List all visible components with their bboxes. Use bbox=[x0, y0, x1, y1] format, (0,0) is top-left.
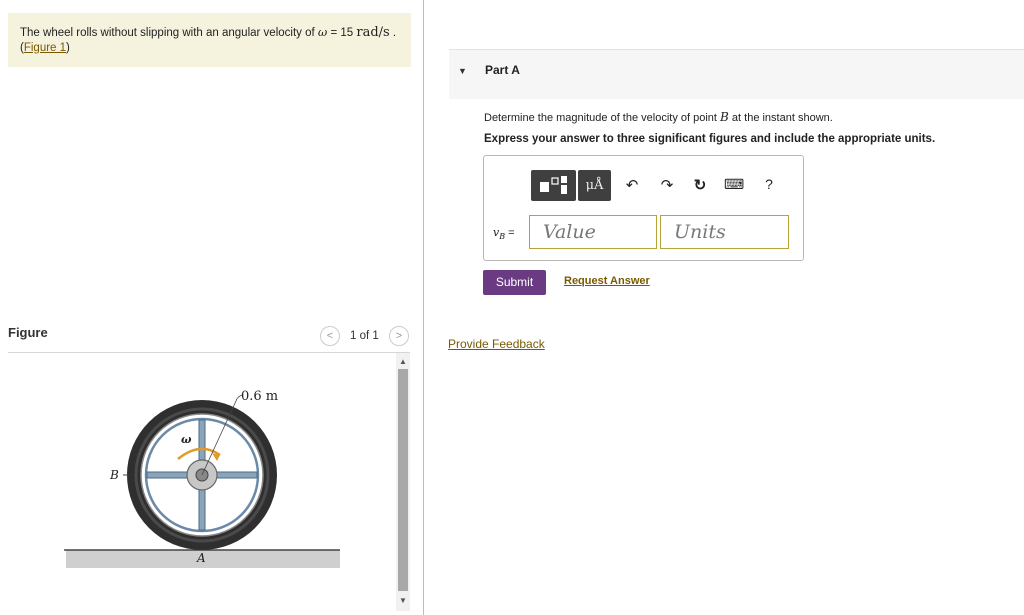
request-answer-link[interactable]: Request Answer bbox=[564, 275, 650, 287]
panel-divider bbox=[423, 0, 424, 615]
answer-equals: = bbox=[505, 227, 515, 239]
figure-link[interactable]: Figure 1 bbox=[24, 42, 66, 54]
problem-text: The wheel rolls without slipping with an… bbox=[20, 27, 318, 39]
omega-symbol: ω bbox=[317, 25, 328, 39]
problem-statement: The wheel rolls without slipping with an… bbox=[8, 13, 411, 67]
point-b-label: B bbox=[110, 468, 119, 482]
templates-icon bbox=[540, 176, 567, 194]
problem-period: . bbox=[389, 27, 397, 39]
part-a-header[interactable] bbox=[449, 49, 1024, 99]
units-input[interactable]: Units bbox=[660, 215, 789, 249]
undo-icon[interactable]: ↶ bbox=[622, 176, 642, 194]
question-before: Determine the magnitude of the velocity … bbox=[484, 112, 721, 124]
help-button[interactable]: ? bbox=[759, 176, 779, 192]
question-text: Determine the magnitude of the velocity … bbox=[484, 110, 833, 124]
scroll-down-arrow[interactable]: ▼ bbox=[396, 594, 410, 608]
figure-header-rule bbox=[8, 352, 410, 353]
reset-icon[interactable]: ↻ bbox=[690, 176, 710, 194]
collapse-caret-icon[interactable]: ▼ bbox=[458, 66, 467, 76]
radius-label: 0.6 m bbox=[241, 389, 279, 404]
figure-link-close: ) bbox=[66, 42, 70, 54]
answer-instructions: Express your answer to three significant… bbox=[484, 133, 936, 145]
point-a-label: A bbox=[197, 551, 206, 565]
keyboard-icon[interactable]: ⌨ bbox=[724, 176, 744, 193]
provide-feedback-link[interactable]: Provide Feedback bbox=[448, 337, 545, 351]
wheel-diagram bbox=[64, 394, 340, 568]
problem-equals: = 15 bbox=[327, 27, 357, 39]
question-after: at the instant shown. bbox=[728, 112, 833, 124]
templates-button[interactable] bbox=[531, 170, 576, 201]
prev-figure-button[interactable]: < bbox=[320, 326, 340, 346]
value-input[interactable]: Value bbox=[529, 215, 657, 249]
question-variable: B bbox=[720, 110, 729, 124]
scroll-up-arrow[interactable]: ▲ bbox=[396, 355, 410, 369]
submit-button[interactable]: Submit bbox=[483, 270, 546, 295]
redo-icon[interactable]: ↷ bbox=[657, 176, 677, 194]
units-symbols-button[interactable]: μÅ bbox=[578, 170, 611, 201]
figure-heading: Figure bbox=[8, 325, 48, 340]
scrollbar-thumb[interactable] bbox=[398, 369, 408, 591]
part-title[interactable]: Part A bbox=[485, 63, 520, 77]
answer-variable-label: vB = bbox=[493, 226, 515, 241]
figure-pager-text: 1 of 1 bbox=[350, 330, 379, 342]
next-figure-button[interactable]: > bbox=[389, 326, 409, 346]
angular-velocity-unit: rad/s bbox=[356, 25, 390, 40]
diagram-omega-label: ω bbox=[181, 433, 192, 446]
